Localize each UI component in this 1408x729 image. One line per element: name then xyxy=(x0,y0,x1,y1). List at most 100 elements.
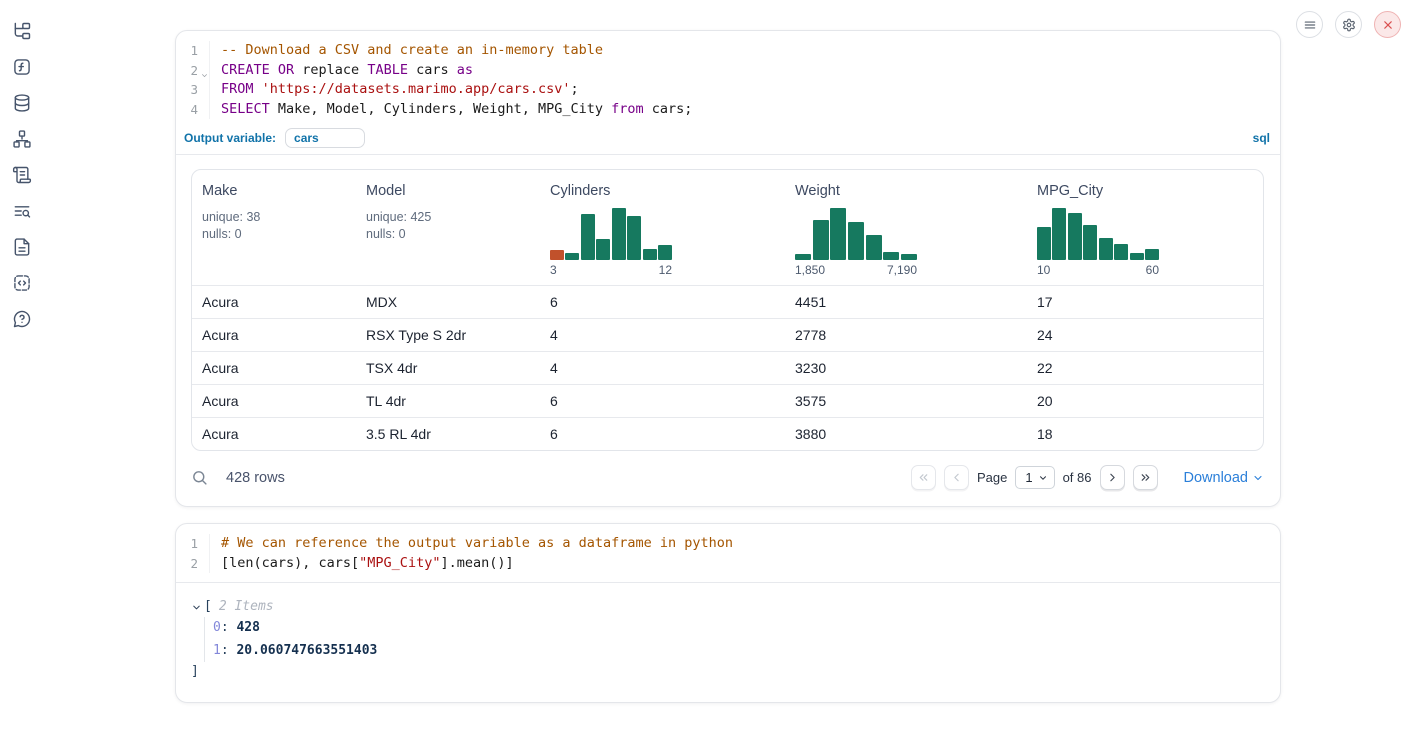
next-page-button[interactable] xyxy=(1100,465,1125,490)
code-line: 4SELECT Make, Model, Cylinders, Weight, … xyxy=(176,100,1280,120)
table-cell: Acura xyxy=(192,426,356,442)
table-row: AcuraMDX6445117 xyxy=(192,285,1263,318)
output-variable-input[interactable] xyxy=(285,128,365,148)
table-cell: 20 xyxy=(1027,393,1263,409)
previous-page-button[interactable] xyxy=(944,465,969,490)
last-page-button[interactable] xyxy=(1133,465,1158,490)
histogram-bar xyxy=(1145,249,1159,260)
code-line: 2[len(cars), cars["MPG_City"].mean()] xyxy=(176,554,1280,574)
dependency-graph-icon[interactable] xyxy=(11,128,33,150)
table-cell: Acura xyxy=(192,393,356,409)
close-icon xyxy=(1381,18,1395,32)
histogram-bar xyxy=(612,208,626,260)
python-output: [ 2 Items 0: 4281: 20.060747663551403 ] xyxy=(176,583,1280,702)
notebook-area: 1-- Download a CSV and create an in-memo… xyxy=(175,30,1281,729)
output-entry: 0: 428 xyxy=(213,617,1264,640)
histogram-axis: 1,8507,190 xyxy=(795,263,917,277)
line-number: 1 xyxy=(176,534,210,554)
code-text: SELECT Make, Model, Cylinders, Weight, M… xyxy=(210,100,692,120)
help-bubble-icon[interactable] xyxy=(11,308,33,330)
output-entry: 1: 20.060747663551403 xyxy=(213,640,1264,663)
table-cell: 24 xyxy=(1027,327,1263,343)
column-header[interactable]: MPG_City 1060 xyxy=(1027,170,1263,285)
histogram-bar xyxy=(795,254,811,260)
table-cell: Acura xyxy=(192,360,356,376)
line-number: 3 xyxy=(176,80,210,100)
chevrons-left-icon xyxy=(917,471,930,484)
histogram[interactable] xyxy=(550,208,672,260)
histogram[interactable] xyxy=(795,208,917,260)
close-bracket: ] xyxy=(191,662,1264,682)
function-square-icon[interactable] xyxy=(11,56,33,78)
hamburger-icon xyxy=(1303,18,1317,32)
table-body: AcuraMDX6445117AcuraRSX Type S 2dr427782… xyxy=(192,285,1263,450)
settings-button[interactable] xyxy=(1335,11,1362,38)
histogram-bar xyxy=(883,252,899,260)
scroll-text-icon[interactable] xyxy=(11,164,33,186)
items-count-label: 2 Items xyxy=(219,597,274,617)
column-stats: unique: 425nulls: 0 xyxy=(366,209,530,243)
histogram-axis: 1060 xyxy=(1037,263,1159,277)
column-header[interactable]: Cylinders312 xyxy=(540,170,785,285)
histogram-bar xyxy=(596,239,610,260)
histogram-bar xyxy=(866,235,882,260)
page-select-value: 1 xyxy=(1025,470,1032,485)
table-footer: 428 rows Page 1 of 86 xyxy=(176,451,1280,506)
code-snippet-icon[interactable] xyxy=(11,272,33,294)
column-header-label: MPG_City xyxy=(1037,183,1253,199)
axis-max-label: 7,190 xyxy=(887,263,917,277)
page-select[interactable]: 1 xyxy=(1015,466,1054,489)
column-header[interactable]: Makeunique: 38nulls: 0 xyxy=(192,170,356,285)
first-page-button[interactable] xyxy=(911,465,936,490)
database-icon[interactable] xyxy=(11,92,33,114)
table-cell: TSX 4dr xyxy=(356,360,540,376)
axis-min-label: 10 xyxy=(1037,263,1050,277)
histogram-bar xyxy=(550,250,564,260)
search-icon[interactable] xyxy=(191,469,209,487)
histogram-bar xyxy=(658,245,672,260)
helper-panel-sidebar xyxy=(0,0,44,729)
chevron-right-icon xyxy=(1106,471,1119,484)
table-cell: 4451 xyxy=(785,294,1027,310)
histogram[interactable] xyxy=(1037,208,1159,260)
download-button[interactable]: Download xyxy=(1184,470,1265,486)
line-number: 1 xyxy=(176,41,210,61)
histogram-bar xyxy=(627,216,641,260)
code-text: # We can reference the output variable a… xyxy=(210,534,733,554)
json-tree-children: 0: 4281: 20.060747663551403 xyxy=(204,617,1264,662)
column-header-label: Make xyxy=(202,183,346,199)
line-number: 4 xyxy=(176,100,210,120)
menu-button[interactable] xyxy=(1296,11,1323,38)
table-cell: 18 xyxy=(1027,426,1263,442)
histogram-bar xyxy=(1099,238,1113,260)
row-count: 428 rows xyxy=(226,470,285,486)
pagination: Page 1 of 86 Download xyxy=(911,465,1264,490)
table-cell: 4 xyxy=(540,360,785,376)
table-cell: 6 xyxy=(540,426,785,442)
column-header[interactable]: Weight 1,8507,190 xyxy=(785,170,1027,285)
result-table: Makeunique: 38nulls: 0Modelunique: 425nu… xyxy=(191,169,1264,451)
histogram-bar xyxy=(830,208,846,260)
python-cell: 1# We can reference the output variable … xyxy=(175,523,1281,703)
table-cell: MDX xyxy=(356,294,540,310)
table-cell: TL 4dr xyxy=(356,393,540,409)
column-header-label: Weight xyxy=(795,183,1017,199)
entry-value: 20.060747663551403 xyxy=(236,643,377,658)
text-search-icon[interactable] xyxy=(11,200,33,222)
column-header[interactable]: Modelunique: 425nulls: 0 xyxy=(356,170,540,285)
file-tree-icon[interactable] xyxy=(11,20,33,42)
page-label: Page xyxy=(977,470,1007,485)
table-cell: 4 xyxy=(540,327,785,343)
histogram-bar xyxy=(1130,253,1144,260)
sql-code-editor[interactable]: 1-- Download a CSV and create an in-memo… xyxy=(176,31,1280,125)
histogram-bar xyxy=(1052,208,1066,260)
table-row: AcuraRSX Type S 2dr4277824 xyxy=(192,318,1263,351)
table-cell: 17 xyxy=(1027,294,1263,310)
table-cell: 6 xyxy=(540,393,785,409)
table-cell: 2778 xyxy=(785,327,1027,343)
python-code-editor[interactable]: 1# We can reference the output variable … xyxy=(176,524,1280,583)
json-tree-root[interactable]: [ 2 Items xyxy=(191,597,1264,617)
shutdown-button[interactable] xyxy=(1374,11,1401,38)
file-text-icon[interactable] xyxy=(11,236,33,258)
code-line: 3FROM 'https://datasets.marimo.app/cars.… xyxy=(176,80,1280,100)
